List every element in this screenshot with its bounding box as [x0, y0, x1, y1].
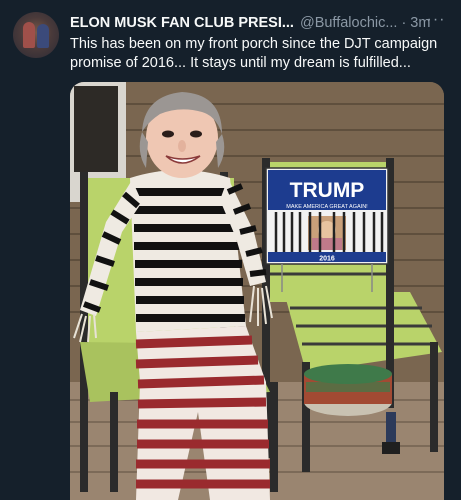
avatar-figure-right: [37, 24, 49, 48]
avatar-figure-left: [23, 22, 35, 48]
tweet-header: ELON MUSK FAN CLUB PRESI... @Buffalochic…: [70, 13, 450, 33]
tweet-text: This has been on my front porch since th…: [70, 36, 438, 71]
avatar[interactable]: [13, 12, 59, 58]
header-separator: ·: [401, 15, 407, 31]
tweet[interactable]: ELON MUSK FAN CLUB PRESI... @Buffalochic…: [0, 0, 461, 500]
more-options-icon[interactable]: ···: [424, 10, 448, 30]
sign-title: TRUMP: [290, 179, 365, 202]
tweet-photo[interactable]: TRUMP MAKE AMERICA GREAT AGAIN! 2016: [70, 82, 444, 500]
author-name[interactable]: ELON MUSK FAN CLUB PRESI...: [70, 15, 294, 31]
sign-year: 2016: [319, 256, 335, 263]
sign-subtitle: MAKE AMERICA GREAT AGAIN!: [286, 204, 368, 210]
author-handle[interactable]: @Buffalochic...: [300, 15, 397, 31]
